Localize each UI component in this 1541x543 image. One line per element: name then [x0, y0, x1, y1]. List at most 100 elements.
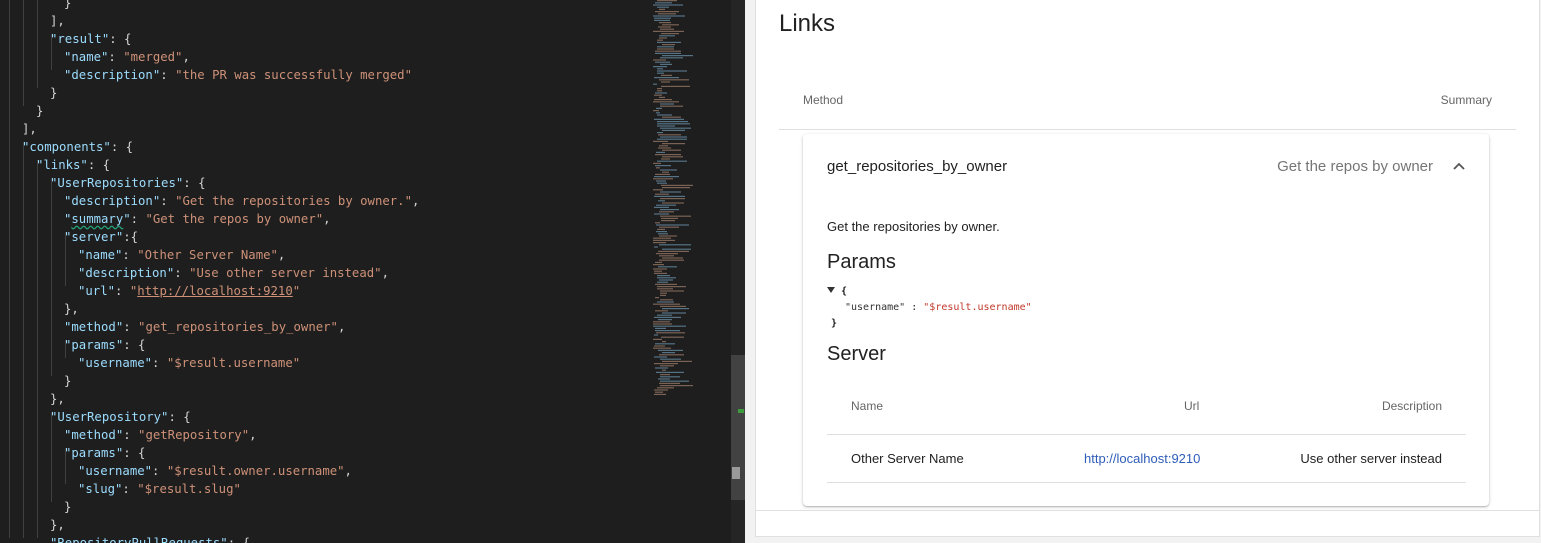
- code-token: "Get the repos by owner": [145, 212, 324, 226]
- minimap-line: [655, 2, 672, 4]
- indent-guide: [50, 286, 64, 318]
- code-line[interactable]: "RepositoryPullRequests": {: [8, 520, 419, 543]
- indent-guide: [8, 376, 22, 408]
- code-token: }: [36, 104, 44, 118]
- indent-guide: [36, 196, 50, 228]
- indent-guide: [8, 412, 22, 444]
- code-token: "Other Server Name": [137, 248, 278, 262]
- indent-guide: [50, 250, 64, 282]
- code-token: ,: [249, 428, 257, 442]
- divider: [779, 129, 1516, 130]
- minimap-line: [658, 378, 670, 380]
- code-line[interactable]: "name": "Other Server Name",: [8, 232, 419, 264]
- minimap-line: [661, 33, 679, 35]
- code-line[interactable]: }: [8, 70, 419, 102]
- link-method-name[interactable]: get_repositories_by_owner: [827, 158, 1007, 175]
- minimap-line: [662, 360, 692, 362]
- minimap-line: [653, 110, 659, 112]
- code-line[interactable]: "url": "http://localhost:9210": [8, 268, 419, 300]
- code-line[interactable]: }: [8, 484, 419, 516]
- code-line[interactable]: "UserRepository": {: [8, 394, 419, 426]
- code-line[interactable]: "method": "getRepository",: [8, 412, 419, 444]
- server-url-link[interactable]: http://localhost:9210: [1084, 451, 1200, 466]
- minimap[interactable]: [643, 0, 731, 400]
- minimap-line: [660, 63, 672, 65]
- indent-guide: [50, 34, 64, 66]
- code-line[interactable]: "components": {: [8, 124, 419, 156]
- code-line[interactable]: "server":{: [8, 214, 419, 246]
- indent-guide: [36, 250, 50, 282]
- minimap-line: [657, 160, 687, 162]
- code-line[interactable]: ],: [8, 0, 419, 30]
- code-token: ],: [22, 122, 37, 136]
- server-description: Use other server instead: [1300, 451, 1442, 466]
- code-token: "$result.slug": [137, 482, 241, 496]
- code-line[interactable]: "description": "Get the repositories by …: [8, 178, 419, 210]
- minimap-line: [653, 140, 668, 142]
- minimap-line: [659, 235, 677, 237]
- code-text[interactable]: } ], "result": { "name": "merged", "desc…: [8, 0, 419, 543]
- code-line[interactable]: "params": {: [8, 430, 419, 462]
- code-line[interactable]: "links": {: [8, 142, 419, 174]
- minimap-line: [654, 17, 671, 19]
- code-line[interactable]: "result": {: [8, 16, 419, 48]
- code-token: :: [174, 266, 190, 280]
- code-token: "the PR was successfully merged": [175, 68, 412, 82]
- code-token: ],: [50, 14, 65, 28]
- code-token: ,: [277, 248, 286, 262]
- code-line[interactable]: ],: [8, 106, 419, 138]
- code-token: "username": [78, 464, 153, 478]
- code-editor[interactable]: } ], "result": { "name": "merged", "desc…: [0, 0, 745, 543]
- code-token: "Use other server instead": [189, 266, 382, 280]
- code-token: "url": [78, 284, 116, 298]
- code-line[interactable]: }: [8, 0, 419, 12]
- minimap-line: [657, 70, 687, 72]
- minimap-line: [656, 332, 685, 334]
- minimap-line: [655, 61, 670, 63]
- code-line[interactable]: "slug": "$result.slug": [8, 466, 419, 498]
- code-line[interactable]: "username": "$result.owner.username",: [8, 448, 419, 480]
- divider: [827, 434, 1466, 435]
- minimap-line: [657, 281, 668, 283]
- indent-guide: [22, 466, 36, 498]
- minimap-line: [657, 132, 663, 134]
- code-line[interactable]: },: [8, 502, 419, 534]
- minimap-line: [660, 365, 674, 367]
- code-line[interactable]: }: [8, 358, 419, 390]
- code-line[interactable]: "summary": "Get the repos by owner",: [8, 196, 419, 228]
- minimap-line: [660, 103, 674, 105]
- code-line[interactable]: },: [8, 376, 419, 408]
- chevron-up-icon[interactable]: [1451, 158, 1467, 174]
- collapse-triangle-icon[interactable]: [827, 287, 835, 293]
- code-line[interactable]: }: [8, 88, 419, 120]
- page-title: Links: [779, 10, 836, 37]
- minimap-line: [657, 286, 686, 288]
- minimap-line: [658, 13, 676, 15]
- minimap-line: [655, 310, 668, 312]
- code-line[interactable]: "description": "the PR was successfully …: [8, 52, 419, 84]
- indent-guide: [22, 70, 36, 102]
- minimap-line: [654, 213, 669, 215]
- indent-guide: [8, 52, 22, 84]
- code-line[interactable]: "params": {: [8, 322, 419, 354]
- link-expansion-panel[interactable]: get_repositories_by_owner Get the repos …: [803, 134, 1489, 506]
- code-line[interactable]: "description": "Use other server instead…: [8, 250, 419, 282]
- minimap-line: [660, 305, 686, 307]
- code-token: "username": [78, 356, 153, 370]
- indent-guide: [64, 466, 78, 498]
- link-summary[interactable]: Get the repos by owner: [1277, 158, 1433, 175]
- indent-guide: [50, 412, 64, 444]
- code-line[interactable]: "method": "get_repositories_by_owner",: [8, 304, 419, 336]
- minimap-line: [660, 127, 691, 129]
- minimap-line: [660, 28, 674, 30]
- code-line[interactable]: },: [8, 286, 419, 318]
- code-line[interactable]: "name": "merged",: [8, 34, 419, 66]
- code-token: "getRepository": [138, 428, 250, 442]
- code-line[interactable]: "UserRepositories": {: [8, 160, 419, 192]
- minimap-line: [655, 391, 663, 393]
- code-token: "links": [36, 158, 88, 172]
- minimap-line: [653, 323, 672, 325]
- code-line[interactable]: "username": "$result.username": [8, 340, 419, 372]
- indent-guide: [22, 88, 36, 120]
- minimap-line: [662, 352, 675, 354]
